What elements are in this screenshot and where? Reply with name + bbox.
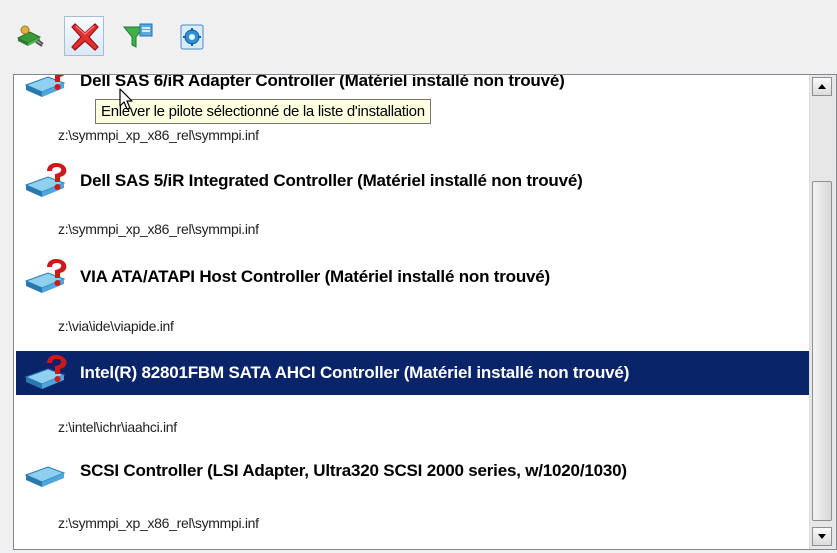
driver-path: z:\intel\ichr\iaahci.inf: [58, 419, 177, 435]
list-item-selected[interactable]: Intel(R) 82801FBM SATA AHCI Controller (…: [16, 351, 809, 395]
warning-device-icon: [24, 163, 67, 197]
mouse-cursor-icon: [119, 88, 133, 110]
remove-driver-button[interactable]: [64, 16, 104, 56]
driver-title: Dell SAS 5/iR Integrated Controller (Mat…: [80, 171, 583, 190]
red-x-icon: [71, 23, 99, 51]
driver-path: z:\via\ide\viapide.inf: [58, 318, 174, 334]
scroll-down-button[interactable]: [812, 527, 832, 546]
gear-icon: [180, 24, 204, 50]
warning-device-icon: [24, 259, 67, 293]
settings-button[interactable]: [172, 16, 212, 56]
filter-button[interactable]: [118, 16, 158, 56]
add-driver-button[interactable]: [10, 16, 50, 56]
warning-device-icon: [24, 75, 66, 97]
driver-list[interactable]: Dell SAS 6/iR Adapter Controller (Matéri…: [13, 74, 837, 550]
list-item[interactable]: Dell SAS 5/iR Integrated Controller (Mat…: [16, 159, 809, 203]
tooltip: Enlever le pilote sélectionné de la list…: [95, 99, 431, 124]
driver-path: z:\symmpi_xp_x86_rel\symmpi.inf: [58, 221, 259, 237]
driver-title: Intel(R) 82801FBM SATA AHCI Controller (…: [80, 363, 630, 382]
list-item[interactable]: SCSI Controller (LSI Adapter, Ultra320 S…: [16, 449, 809, 493]
vertical-scrollbar[interactable]: [809, 75, 836, 549]
filter-icon: [122, 23, 153, 48]
arrow-up-icon: [818, 84, 826, 89]
arrow-down-icon: [818, 534, 826, 539]
driver-title: VIA ATA/ATAPI Host Controller (Matériel …: [80, 267, 551, 286]
toolbar: [0, 0, 837, 74]
driver-title: Dell SAS 6/iR Adapter Controller (Matéri…: [80, 74, 565, 90]
scroll-up-button[interactable]: [812, 77, 832, 96]
driver-title: SCSI Controller (LSI Adapter, Ultra320 S…: [80, 461, 627, 480]
device-icon: [24, 466, 66, 487]
add-driver-icon: [16, 25, 44, 47]
driver-path: z:\symmpi_xp_x86_rel\symmpi.inf: [58, 515, 259, 531]
driver-path: z:\symmpi_xp_x86_rel\symmpi.inf: [58, 127, 259, 143]
warning-device-icon: [24, 355, 67, 389]
scroll-thumb[interactable]: [812, 181, 832, 521]
list-item[interactable]: VIA ATA/ATAPI Host Controller (Matériel …: [16, 255, 809, 299]
